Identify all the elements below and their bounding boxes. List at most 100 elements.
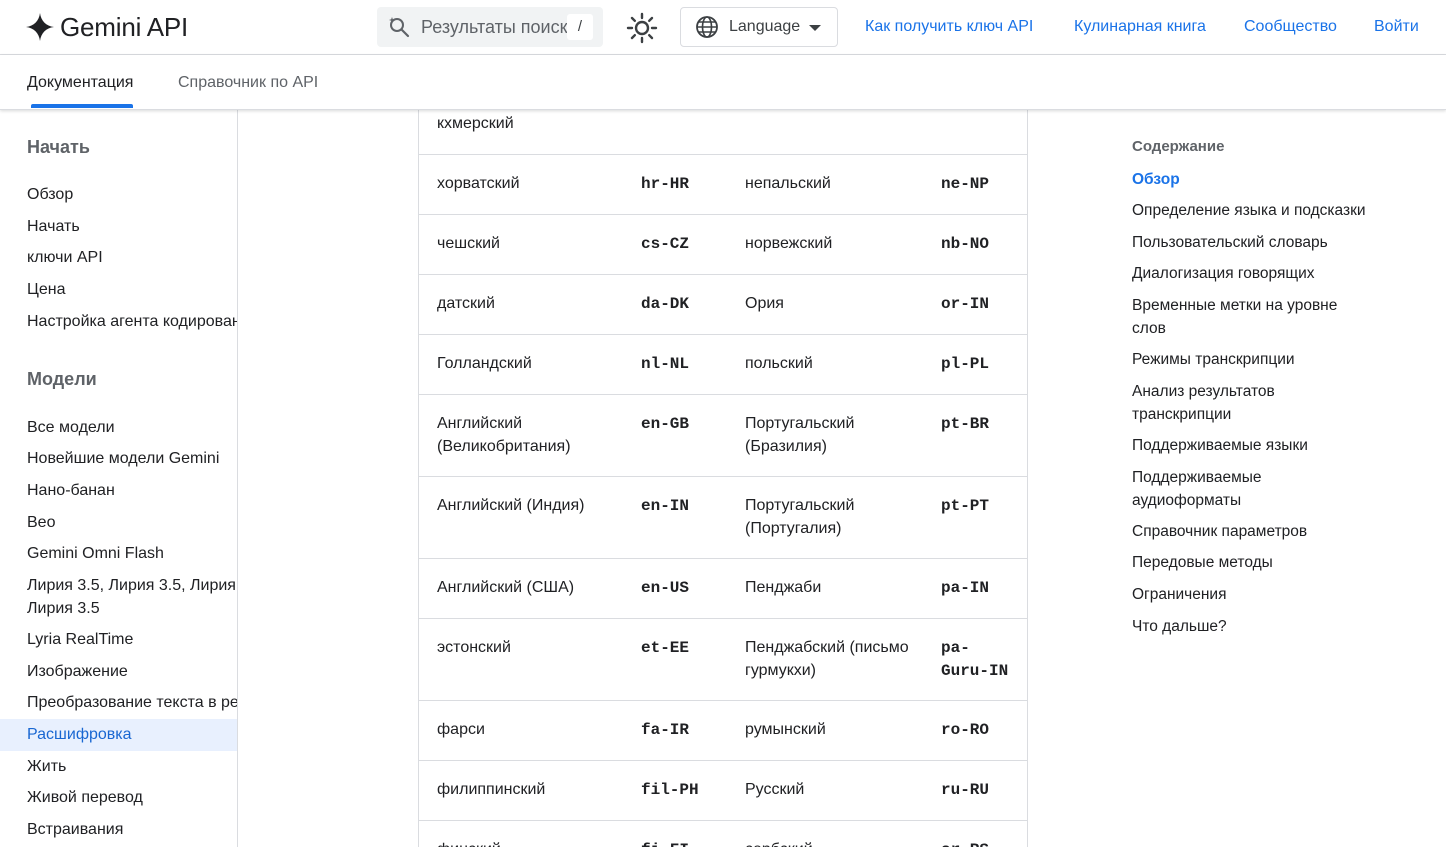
- language-code: ru-RU: [941, 781, 990, 799]
- language-code: fi-FI: [641, 839, 731, 847]
- language-code: sr-RS: [941, 839, 1021, 847]
- language-code: hr-HR: [641, 175, 690, 193]
- sidebar-item-image[interactable]: Изображение: [27, 661, 128, 684]
- table-row: Английский (США) en-US Пенджаби pa-IN: [419, 559, 1027, 619]
- tab-bar: Документация Справочник по API: [0, 55, 1446, 110]
- table-row: финский fi-FI сербский sr-RS: [419, 821, 1027, 847]
- language-code: or-IN: [941, 295, 990, 313]
- sidebar-item-veo[interactable]: Вео: [27, 512, 55, 535]
- table-row: Английский (Индия) en-IN Португальский (…: [419, 477, 1027, 559]
- sidebar-item-all-models[interactable]: Все модели: [27, 417, 115, 440]
- search-input[interactable]: Результаты поиск: [421, 17, 569, 38]
- toc-item-supported-audio-formats[interactable]: Поддерживаемые аудиоформаты: [1132, 467, 1302, 512]
- language-name: Португальский (Бразилия): [745, 415, 855, 455]
- gemini-api-logo[interactable]: Gemini API: [26, 11, 188, 43]
- sidebar-heading-start: Начать: [27, 137, 90, 157]
- sidebar-item-coding-agent-setup[interactable]: Настройка агента кодировани: [27, 311, 237, 334]
- languages-table: кхмерский хорватский hr-HR непальский ne…: [418, 110, 1028, 847]
- language-name: непальский: [745, 175, 831, 192]
- search-box[interactable]: Результаты поиск /: [377, 7, 603, 47]
- sidebar-item-overview[interactable]: Обзор: [27, 184, 73, 207]
- sign-in-link[interactable]: Войти: [1374, 18, 1419, 36]
- language-name: фарси: [437, 721, 485, 738]
- sidebar-item-lyria[interactable]: Лирия 3.5, Лирия 3.5, Лирия Лирия 3.5: [27, 575, 237, 620]
- table-row: чешский cs-CZ норвежский nb-NO: [419, 215, 1027, 275]
- table-row: фарси fa-IR румынский ro-RO: [419, 701, 1027, 761]
- cookbook-link[interactable]: Кулинарная книга: [1074, 18, 1206, 36]
- language-code: cs-CZ: [641, 235, 690, 253]
- language-code: ne-NP: [941, 175, 990, 193]
- sidebar-item-lyria-realtime[interactable]: Lyria RealTime: [27, 629, 133, 652]
- language-code: pt-BR: [941, 415, 990, 433]
- language-code: en-US: [641, 579, 690, 597]
- table-row: эстонский et-EE Пенджабский (письмо гурм…: [419, 619, 1027, 701]
- table-row: датский da-DK Ория or-IN: [419, 275, 1027, 335]
- toc-item-best-practices[interactable]: Передовые методы: [1132, 552, 1382, 575]
- sidebar-heading-models: Модели: [27, 369, 97, 389]
- light-theme-icon[interactable]: [626, 12, 658, 44]
- get-api-key-link[interactable]: Как получить ключ API: [865, 18, 1033, 36]
- table-row: Английский (Великобритания) en-GB Португ…: [419, 395, 1027, 477]
- community-link[interactable]: Сообщество: [1244, 18, 1337, 36]
- sidebar-item-latest-gemini[interactable]: Новейшие модели Gemini: [27, 448, 219, 471]
- active-tab-indicator: [31, 104, 133, 108]
- language-name: Португальский (Португалия): [745, 497, 855, 537]
- language-selector[interactable]: Language: [680, 7, 838, 47]
- language-code: nb-NO: [941, 235, 990, 253]
- language-code: pl-PL: [941, 355, 990, 373]
- language-code: fil-PH: [641, 781, 699, 799]
- sidebar-item-text-to-speech[interactable]: Преобразование текста в ре: [27, 692, 237, 715]
- tab-api-reference[interactable]: Справочник по API: [178, 74, 318, 92]
- language-name: польский: [745, 355, 813, 372]
- language-code: nl-NL: [641, 355, 690, 373]
- toc-item-whats-next[interactable]: Что дальше?: [1132, 616, 1382, 639]
- sidebar-item-nano-banana[interactable]: Нано-банан: [27, 480, 115, 503]
- sidebar-item-gemini-omni-flash[interactable]: Gemini Omni Flash: [27, 543, 164, 566]
- toc-item-custom-vocabulary[interactable]: Пользовательский словарь: [1132, 232, 1382, 255]
- table-row: Голландский nl-NL польский pl-PL: [419, 335, 1027, 395]
- language-code: et-EE: [641, 639, 690, 657]
- toc-item-supported-languages[interactable]: Поддерживаемые языки: [1132, 435, 1382, 458]
- sidebar-item-pricing[interactable]: Цена: [27, 279, 65, 302]
- language-code: en-IN: [641, 497, 690, 515]
- toc-item-word-timestamps[interactable]: Временные метки на уровне слов: [1132, 295, 1362, 340]
- language-code: fa-IR: [641, 721, 690, 739]
- language-name: Пенджаби: [745, 579, 822, 596]
- language-code: ro-RO: [941, 721, 990, 739]
- sidebar-item-live[interactable]: Жить: [27, 756, 66, 779]
- toc-item-parsing-output[interactable]: Анализ результатов транскрипции: [1132, 381, 1312, 426]
- language-name: Русский: [745, 781, 805, 798]
- language-name: Пенджабский (письмо гурмукхи): [745, 639, 909, 679]
- language-name: Голландский: [437, 355, 532, 372]
- language-code: en-GB: [641, 415, 690, 433]
- sidebar-item-embeddings[interactable]: Встраивания: [27, 819, 123, 842]
- language-label: Language: [729, 18, 801, 35]
- sidebar-item-live-translation[interactable]: Живой перевод: [27, 787, 143, 810]
- language-name: кхмерский: [437, 115, 514, 132]
- language-code: pt-PT: [941, 497, 990, 515]
- gemini-star-icon: [26, 13, 54, 41]
- toc-item-transcription-modes[interactable]: Режимы транскрипции: [1132, 349, 1382, 372]
- toc-item-language-detection[interactable]: Определение языка и подсказки: [1132, 200, 1382, 223]
- toc-item-parameter-reference[interactable]: Справочник параметров: [1132, 521, 1382, 544]
- tab-documentation[interactable]: Документация: [27, 74, 133, 92]
- language-name: Английский (Великобритания): [437, 415, 571, 455]
- toc-item-overview[interactable]: Обзор: [1132, 169, 1382, 192]
- left-sidebar: Начать Обзор Начать ключи API Цена Настр…: [0, 110, 238, 847]
- sidebar-item-api-keys[interactable]: ключи API: [27, 247, 103, 270]
- language-name: румынский: [745, 721, 826, 738]
- sidebar-item-transcription[interactable]: Расшифровка: [27, 724, 132, 747]
- toc-item-speaker-diarization[interactable]: Диалогизация говорящих: [1132, 263, 1382, 286]
- language-name: Английский (США): [437, 579, 575, 596]
- language-name: финский: [437, 839, 627, 847]
- table-row: кхмерский: [419, 110, 1027, 155]
- search-shortcut-key: /: [567, 14, 593, 40]
- language-name: хорватский: [437, 175, 520, 192]
- toc-heading: Содержание: [1132, 138, 1225, 155]
- language-name: филиппинский: [437, 781, 546, 798]
- toc-item-limitations[interactable]: Ограничения: [1132, 584, 1382, 607]
- language-name: датский: [437, 295, 495, 312]
- table-row: филиппинский fil-PH Русский ru-RU: [419, 761, 1027, 821]
- sidebar-item-get-started[interactable]: Начать: [27, 216, 80, 239]
- language-name: сербский: [745, 839, 925, 847]
